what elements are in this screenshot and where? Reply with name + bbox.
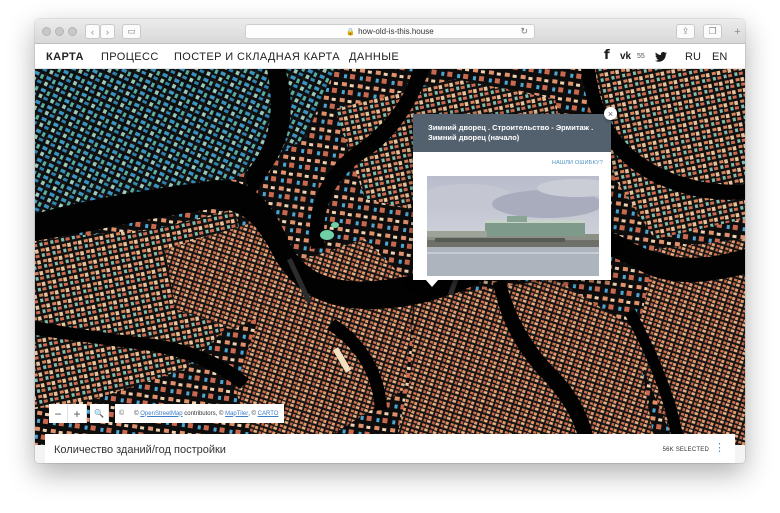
building-popup: Зимний дворец . Строительство - Эрмитаж … bbox=[413, 107, 617, 287]
search-icon: 🔍 bbox=[94, 409, 104, 418]
nav-item-process[interactable]: ПРОЦЕСС bbox=[101, 51, 159, 63]
sidebar-button[interactable]: ▭ bbox=[122, 24, 141, 39]
browser-toolbar: ‹ › ▭ 🔒 how-old-is-this.house ↻ ⇪ ❐ + bbox=[35, 19, 745, 44]
forward-button[interactable]: › bbox=[100, 24, 115, 39]
show-tabs-button[interactable]: ❐ bbox=[703, 24, 722, 39]
minimize-window-button[interactable] bbox=[55, 27, 64, 36]
tabs-icon: ❐ bbox=[708, 26, 717, 36]
popup-pointer bbox=[425, 279, 439, 287]
vk-share-count: 55 bbox=[637, 53, 645, 60]
maximize-window-button[interactable] bbox=[68, 27, 77, 36]
zoom-out-button[interactable]: − bbox=[49, 404, 68, 423]
lock-icon: 🔒 bbox=[346, 28, 356, 36]
attribution-prefix: © bbox=[134, 410, 139, 417]
close-icon: × bbox=[607, 108, 614, 119]
plus-icon: + bbox=[73, 406, 81, 421]
nav-item-poster[interactable]: ПОСТЕР И СКЛАДНАЯ КАРТА bbox=[174, 51, 340, 63]
share-button[interactable]: ⇪ bbox=[676, 24, 695, 39]
minus-icon: − bbox=[54, 406, 62, 421]
plus-icon: + bbox=[734, 25, 741, 38]
attribution-sep: , © bbox=[248, 410, 256, 417]
carto-link[interactable]: CARTO bbox=[258, 411, 279, 417]
twitter-icon[interactable] bbox=[655, 52, 667, 62]
address-bar[interactable]: 🔒 how-old-is-this.house ↻ bbox=[245, 24, 535, 39]
nav-item-data[interactable]: ДАННЫЕ bbox=[349, 51, 399, 63]
back-button[interactable]: ‹ bbox=[85, 24, 100, 39]
close-window-button[interactable] bbox=[42, 27, 51, 36]
facebook-icon[interactable]: f bbox=[604, 48, 610, 63]
language-ru[interactable]: RU bbox=[685, 51, 701, 63]
chevron-right-icon: › bbox=[106, 26, 109, 37]
selected-count: 56K SELECTED bbox=[662, 447, 709, 453]
openstreetmap-link[interactable]: OpenStreetMap bbox=[140, 411, 182, 417]
map-attribution: © © OpenStreetMap contributors, © MapTil… bbox=[115, 404, 285, 423]
share-icon: ⇪ bbox=[681, 26, 690, 36]
info-icon[interactable]: © bbox=[119, 410, 124, 417]
nav-item-map[interactable]: КАРТА bbox=[46, 51, 84, 63]
building-photo bbox=[427, 176, 599, 276]
popup-close-button[interactable]: × bbox=[604, 107, 617, 120]
search-button[interactable]: 🔍 bbox=[90, 404, 109, 423]
attribution-mid: contributors, © bbox=[184, 410, 224, 417]
maptiler-link[interactable]: MapTiler bbox=[225, 411, 248, 417]
buildings-age-map[interactable]: Зимний дворец . Строительство - Эрмитаж … bbox=[35, 69, 745, 445]
report-error-link[interactable]: НАШЛИ ОШИБКУ? bbox=[552, 160, 603, 166]
chart-panel: Количество зданий/год постройки 56K SELE… bbox=[45, 434, 735, 463]
panel-title: Количество зданий/год постройки bbox=[54, 444, 226, 456]
browser-window: ‹ › ▭ 🔒 how-old-is-this.house ↻ ⇪ ❐ + КА… bbox=[35, 19, 745, 463]
language-en[interactable]: EN bbox=[712, 51, 727, 63]
site-header: КАРТА ПРОЦЕСС ПОСТЕР И СКЛАДНАЯ КАРТА ДА… bbox=[35, 44, 745, 69]
map-canvas[interactable] bbox=[35, 69, 745, 445]
kebab-menu-icon[interactable]: ⋮ bbox=[714, 443, 725, 454]
popup-title: Зимний дворец . Строительство - Эрмитаж … bbox=[413, 114, 611, 152]
chevron-left-icon: ‹ bbox=[91, 26, 94, 37]
map-controls: − + 🔍 bbox=[49, 404, 109, 423]
vk-icon[interactable]: vk bbox=[620, 51, 631, 62]
reload-icon[interactable]: ↻ bbox=[520, 26, 528, 37]
new-tab-button[interactable]: + bbox=[730, 24, 745, 39]
address-text: how-old-is-this.house bbox=[358, 27, 434, 36]
sidebar-icon: ▭ bbox=[127, 26, 136, 36]
zoom-in-button[interactable]: + bbox=[68, 404, 87, 423]
